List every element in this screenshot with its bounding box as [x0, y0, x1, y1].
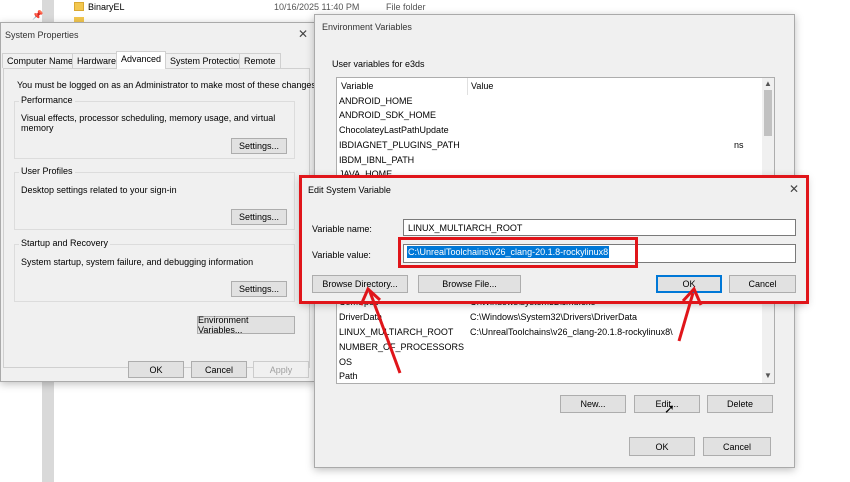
- arrow-to-browse-directory: [359, 286, 402, 374]
- annotation-arrows: [359, 286, 703, 374]
- arrow-to-ok: [677, 286, 703, 342]
